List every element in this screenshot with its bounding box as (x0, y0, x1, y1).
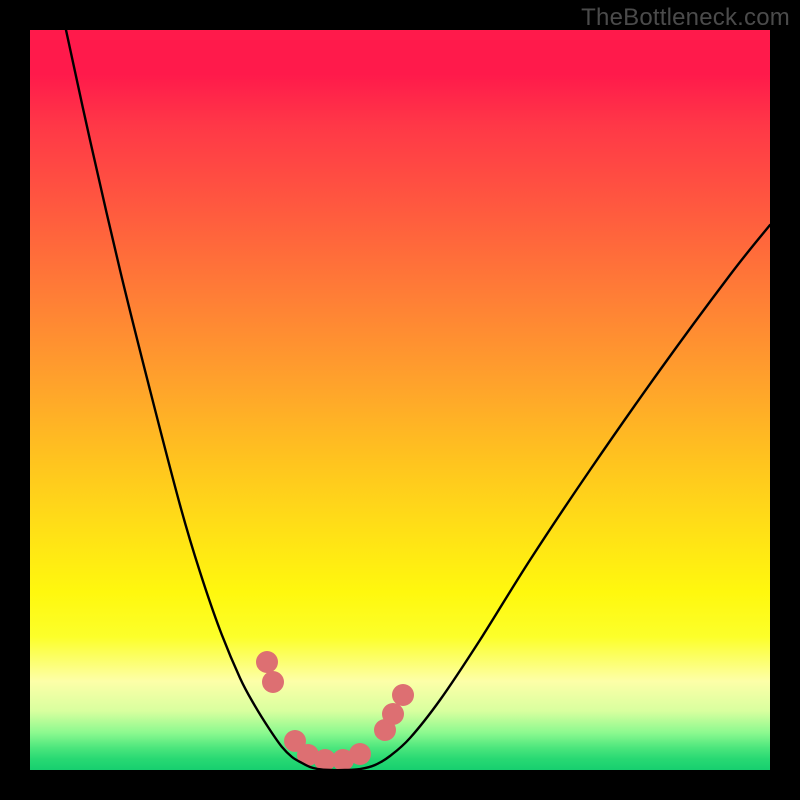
marker-point (392, 684, 414, 706)
marker-point (262, 671, 284, 693)
plot-area (30, 30, 770, 770)
watermark-text: TheBottleneck.com (581, 4, 790, 32)
curve-layer (30, 30, 770, 770)
marker-point (349, 743, 371, 765)
chart-frame: TheBottleneck.com (0, 0, 800, 800)
marker-point (256, 651, 278, 673)
marker-point (382, 703, 404, 725)
markers-group (256, 651, 414, 770)
bottleneck-curve (66, 30, 770, 770)
